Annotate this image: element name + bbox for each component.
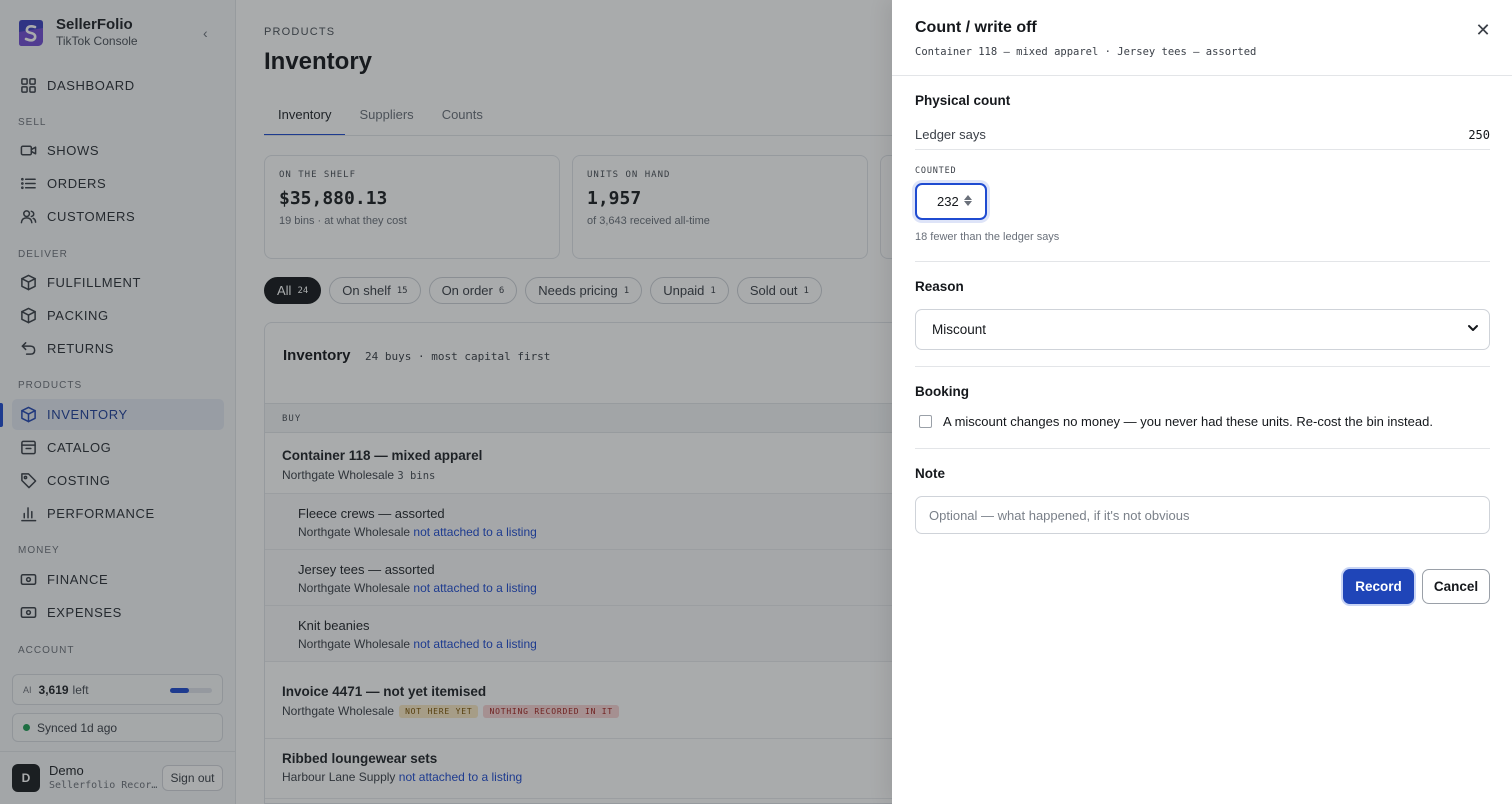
booking-option[interactable]: A miscount changes no money — you never …: [919, 414, 1433, 429]
ledger-label: Ledger says: [915, 127, 986, 142]
drawer-subtitle: Container 118 — mixed apparel · Jersey t…: [915, 46, 1257, 58]
drawer-title: Count / write off: [915, 19, 1037, 36]
ledger-value: 250: [1468, 128, 1490, 142]
section-divider: [915, 448, 1490, 449]
record-button[interactable]: Record: [1343, 569, 1414, 604]
count-write-off-drawer: Count / write off Container 118 — mixed …: [892, 0, 1512, 804]
physical-count-heading: Physical count: [915, 93, 1011, 108]
cancel-button[interactable]: Cancel: [1422, 569, 1490, 604]
note-input[interactable]: Optional — what happened, if it's not ob…: [915, 496, 1490, 534]
section-divider: [915, 261, 1490, 262]
reason-select[interactable]: Miscount: [915, 309, 1490, 350]
close-icon[interactable]: ✕: [1473, 20, 1493, 40]
counted-label: COUNTED: [915, 166, 957, 176]
counted-value: 232: [937, 194, 959, 209]
number-stepper-icon[interactable]: [963, 194, 973, 207]
drawer-header-divider: [892, 75, 1512, 76]
booking-text: A miscount changes no money — you never …: [943, 414, 1433, 429]
section-divider: [915, 366, 1490, 367]
ledger-divider: [915, 149, 1490, 150]
reason-selected-value: Miscount: [932, 322, 987, 337]
difference-note: 18 fewer than the ledger says: [915, 231, 1060, 243]
booking-checkbox[interactable]: [919, 415, 932, 428]
booking-heading: Booking: [915, 384, 969, 399]
modal-backdrop[interactable]: [0, 0, 892, 804]
reason-heading: Reason: [915, 279, 964, 294]
note-heading: Note: [915, 466, 945, 481]
chevron-down-icon: [1468, 325, 1478, 331]
counted-number-input[interactable]: 232: [915, 183, 987, 220]
